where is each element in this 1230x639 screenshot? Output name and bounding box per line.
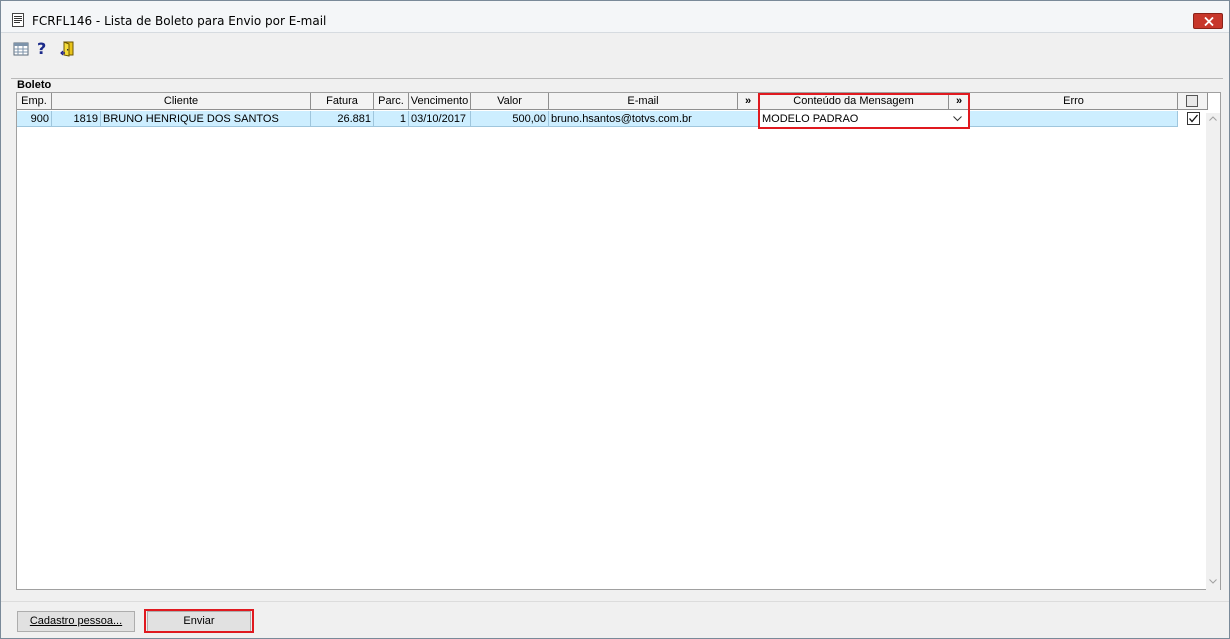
close-icon (1204, 17, 1214, 26)
main-window: FCRFL146 - Lista de Boleto para Envio po… (0, 0, 1230, 639)
row-select-cell (1178, 111, 1208, 127)
col-header-vencimento[interactable]: Vencimento (409, 93, 471, 110)
close-button[interactable] (1193, 13, 1223, 29)
group-label-boleto: Boleto (17, 79, 54, 91)
cell-cliente-nome: BRUNO HENRIQUE DOS SANTOS (101, 111, 311, 127)
enviar-label: Enviar (183, 615, 215, 627)
title-bar: FCRFL146 - Lista de Boleto para Envio po… (1, 1, 1229, 33)
boleto-grid[interactable]: Emp. Cliente Fatura Parc. Vencimento Val… (16, 92, 1221, 590)
col-header-email[interactable]: E-mail (549, 93, 738, 110)
conteudo-dropdown-value: MODELO PADRAO (762, 113, 859, 125)
cell-cliente-codigo: 1819 (52, 111, 101, 127)
col-header-parc[interactable]: Parc. (374, 93, 409, 110)
col-header-emp[interactable]: Emp. (17, 93, 52, 110)
grid-vertical-scrollbar[interactable] (1206, 113, 1220, 591)
help-icon[interactable]: ? (37, 39, 53, 58)
select-all-checkbox[interactable] (1186, 95, 1198, 107)
cadastro-pessoa-button[interactable]: Cadastro pessoa... (17, 611, 135, 632)
col-header-valor[interactable]: Valor (471, 93, 549, 110)
window-title: FCRFL146 - Lista de Boleto para Envio po… (32, 14, 327, 28)
cell-email: bruno.hsantos@totvs.com.br (549, 111, 759, 127)
cell-parc: 1 (374, 111, 409, 127)
cell-fatura: 26.881 (311, 111, 374, 127)
chevron-down-icon[interactable] (953, 116, 962, 122)
col-header-fatura[interactable]: Fatura (311, 93, 374, 110)
footer-separator (1, 601, 1229, 602)
scroll-up-icon[interactable] (1209, 116, 1217, 121)
col-header-conteudo[interactable]: Conteúdo da Mensagem (759, 93, 949, 110)
cell-erro (970, 111, 1178, 127)
cell-valor: 500,00 (471, 111, 549, 127)
conteudo-dropdown[interactable]: MODELO PADRAO (759, 111, 970, 127)
document-icon (12, 13, 24, 27)
enviar-button[interactable]: Enviar (147, 611, 251, 632)
expand-email-button[interactable]: » (738, 93, 759, 110)
cell-emp: 900 (17, 111, 52, 127)
cadastro-pessoa-label: Cadastro pessoa... (29, 615, 123, 627)
group-frame-line (11, 78, 1223, 79)
exit-door-icon[interactable] (60, 41, 76, 57)
cell-vencimento: 03/10/2017 (409, 111, 471, 127)
table-row[interactable]: 900 1819 BRUNO HENRIQUE DOS SANTOS 26.88… (17, 111, 1178, 127)
col-header-erro[interactable]: Erro (970, 93, 1178, 110)
scroll-down-icon[interactable] (1209, 579, 1217, 584)
expand-conteudo-button[interactable]: » (949, 93, 970, 110)
row-select-checkbox[interactable] (1187, 112, 1200, 125)
col-header-cliente[interactable]: Cliente (52, 93, 311, 110)
col-header-select-all[interactable] (1178, 93, 1208, 110)
toolbar: ? (1, 36, 1229, 64)
grid-icon[interactable] (13, 41, 29, 57)
